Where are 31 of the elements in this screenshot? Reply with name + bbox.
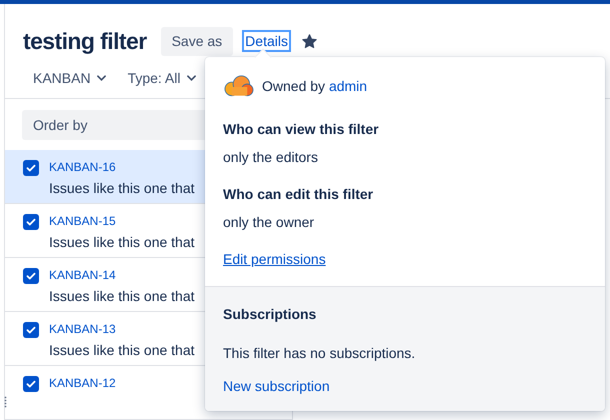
save-as-button[interactable]: Save as (160, 26, 234, 56)
issue-key[interactable]: KANBAN-15 (49, 213, 195, 229)
issue-key[interactable]: KANBAN-16 (49, 159, 195, 175)
checkmark-icon (25, 216, 37, 228)
chevron-down-icon (186, 75, 196, 82)
details-link[interactable]: Details (242, 30, 291, 52)
owner-text: Owned by admin (262, 76, 368, 96)
cloud-avatar-icon (223, 75, 254, 97)
issue-summary: Issues like this one that (49, 341, 195, 359)
drag-handle-icon[interactable] (4, 395, 7, 409)
checkmark-icon (25, 162, 37, 174)
checkmark-icon (25, 324, 37, 336)
issue-key[interactable]: KANBAN-14 (49, 267, 195, 283)
checkbox[interactable] (23, 160, 39, 176)
owner-link[interactable]: admin (328, 78, 368, 94)
checkmark-icon (25, 270, 37, 282)
issue-summary: Issues like this one that (49, 233, 195, 251)
checkbox[interactable] (23, 214, 39, 230)
star-icon[interactable] (300, 32, 318, 50)
issue-key[interactable]: KANBAN-13 (49, 321, 195, 337)
filter-title: testing filter (23, 27, 147, 56)
issue-summary: Issues like this one that (49, 179, 195, 197)
filter-dropdown[interactable]: Type: All (128, 68, 196, 89)
checkbox[interactable] (23, 376, 39, 392)
checkbox[interactable] (23, 268, 39, 284)
filter-dropdown[interactable]: KANBAN (33, 68, 106, 89)
issue-key[interactable]: KANBAN-12 (49, 375, 116, 391)
chevron-down-icon (96, 75, 106, 82)
checkbox[interactable] (23, 322, 39, 338)
checkmark-icon (25, 378, 37, 390)
issue-summary: Issues like this one that (49, 287, 195, 305)
